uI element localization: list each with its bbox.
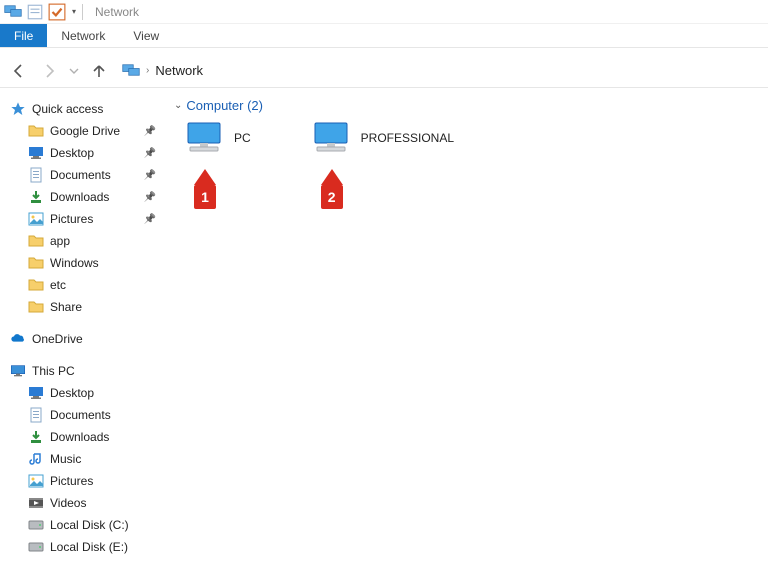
sidebar-quick-access[interactable]: Quick access (10, 98, 156, 120)
desktop-icon (28, 385, 44, 401)
sidebar-item-pictures[interactable]: Pictures (28, 470, 156, 492)
sidebar-item-documents[interactable]: Documents (28, 404, 156, 426)
ribbon-tab-network[interactable]: Network (47, 24, 119, 47)
quick-access-icon (10, 101, 26, 117)
computer-label: PC (234, 131, 251, 145)
downloads-icon (28, 189, 44, 205)
downloads-icon (28, 429, 44, 445)
pin-icon: 📌 (144, 126, 156, 137)
title-bar: ▾ Network (0, 0, 768, 24)
documents-icon (28, 407, 44, 423)
sidebar-item-label: Windows (50, 256, 156, 270)
sidebar-item-downloads[interactable]: Downloads 📌 (28, 186, 156, 208)
folder-icon (28, 255, 44, 271)
sidebar-this-pc[interactable]: This PC (10, 360, 156, 382)
sidebar-onedrive[interactable]: OneDrive (10, 328, 156, 350)
sidebar-item-desktop[interactable]: Desktop (28, 382, 156, 404)
videos-icon (28, 495, 44, 511)
sidebar-item-label: Videos (50, 496, 156, 510)
sidebar-item-label: Quick access (32, 102, 156, 116)
this-pc-icon (10, 363, 26, 379)
group-header-computer[interactable]: ⌄ Computer (2) (174, 98, 758, 113)
chevron-right-icon: › (146, 65, 149, 76)
sidebar-item-label: etc (50, 278, 156, 292)
sidebar-item-local-disk-e-[interactable]: Local Disk (E:) (28, 536, 156, 558)
computer-icon (184, 121, 224, 155)
nav-up-button[interactable] (88, 60, 110, 82)
folder-icon (28, 123, 44, 139)
sidebar-item-app[interactable]: app (28, 230, 156, 252)
pictures-icon (28, 473, 44, 489)
nav-back-button[interactable] (8, 60, 30, 82)
network-icon (122, 64, 140, 78)
qat-separator (82, 4, 83, 20)
sidebar-item-label: Documents (50, 168, 138, 182)
qat-dropdown-icon[interactable]: ▾ (72, 7, 76, 16)
sidebar-item-label: Documents (50, 408, 156, 422)
chevron-down-icon: ⌄ (174, 100, 182, 111)
folder-icon (28, 277, 44, 293)
sidebar-item-label: Downloads (50, 190, 138, 204)
sidebar-item-label: OneDrive (32, 332, 156, 346)
sidebar-item-label: This PC (32, 364, 156, 378)
sidebar-item-label: Pictures (50, 474, 156, 488)
pin-icon: 📌 (144, 148, 156, 159)
sidebar-item-label: Desktop (50, 146, 138, 160)
sidebar-item-windows[interactable]: Windows (28, 252, 156, 274)
sidebar-item-local-disk-c-[interactable]: Local Disk (C:) (28, 514, 156, 536)
group-label: Computer (2) (186, 98, 263, 113)
sidebar-item-label: app (50, 234, 156, 248)
sidebar-item-share[interactable]: Share (28, 296, 156, 318)
annotation-arrow-2: 2 (321, 169, 345, 209)
pin-icon: 📌 (144, 214, 156, 225)
folder-icon (28, 299, 44, 315)
breadcrumb[interactable]: › Network (122, 63, 203, 78)
sidebar-item-videos[interactable]: Videos (28, 492, 156, 514)
disk-icon (28, 517, 44, 533)
folder-icon (28, 233, 44, 249)
sidebar-item-desktop[interactable]: Desktop 📌 (28, 142, 156, 164)
sidebar-item-music[interactable]: Music (28, 448, 156, 470)
sidebar-item-google-drive[interactable]: Google Drive 📌 (28, 120, 156, 142)
navigation-pane: Quick access Google Drive📌Desktop📌Docume… (0, 88, 160, 576)
qat-check-icon[interactable] (48, 3, 66, 21)
sidebar-item-label: Local Disk (E:) (50, 540, 156, 554)
sidebar-item-documents[interactable]: Documents 📌 (28, 164, 156, 186)
pin-icon: 📌 (144, 170, 156, 181)
onedrive-icon (10, 331, 26, 347)
computer-icon (311, 121, 351, 155)
window-title: Network (95, 5, 139, 19)
sidebar-item-label: Pictures (50, 212, 138, 226)
network-app-icon (4, 3, 22, 21)
sidebar-item-label: Local Disk (C:) (50, 518, 156, 532)
sidebar-item-label: Music (50, 452, 156, 466)
ribbon-tab-view[interactable]: View (119, 24, 173, 47)
pictures-icon (28, 211, 44, 227)
sidebar-item-pictures[interactable]: Pictures 📌 (28, 208, 156, 230)
qat-properties-icon[interactable] (26, 3, 44, 21)
content-pane: ⌄ Computer (2) PC1PROFESSIONAL2 (160, 88, 768, 576)
nav-forward-button[interactable] (38, 60, 60, 82)
computer-item-professional[interactable]: PROFESSIONAL2 (311, 121, 454, 155)
sidebar-item-label: Share (50, 300, 156, 314)
sidebar-item-label: Desktop (50, 386, 156, 400)
sidebar-item-label: Google Drive (50, 124, 138, 138)
annotation-arrow-1: 1 (194, 169, 218, 209)
sidebar-item-downloads[interactable]: Downloads (28, 426, 156, 448)
computer-label: PROFESSIONAL (361, 131, 454, 145)
breadcrumb-network[interactable]: Network (155, 63, 203, 78)
nav-recent-dropdown[interactable] (68, 60, 80, 82)
navigation-bar: › Network (0, 54, 768, 88)
desktop-icon (28, 145, 44, 161)
sidebar-item-label: Downloads (50, 430, 156, 444)
ribbon-tabs: File Network View (0, 24, 768, 48)
documents-icon (28, 167, 44, 183)
sidebar-item-etc[interactable]: etc (28, 274, 156, 296)
pin-icon: 📌 (144, 192, 156, 203)
disk-icon (28, 539, 44, 555)
ribbon-file-tab[interactable]: File (0, 24, 47, 47)
computer-item-pc[interactable]: PC1 (184, 121, 251, 155)
music-icon (28, 451, 44, 467)
